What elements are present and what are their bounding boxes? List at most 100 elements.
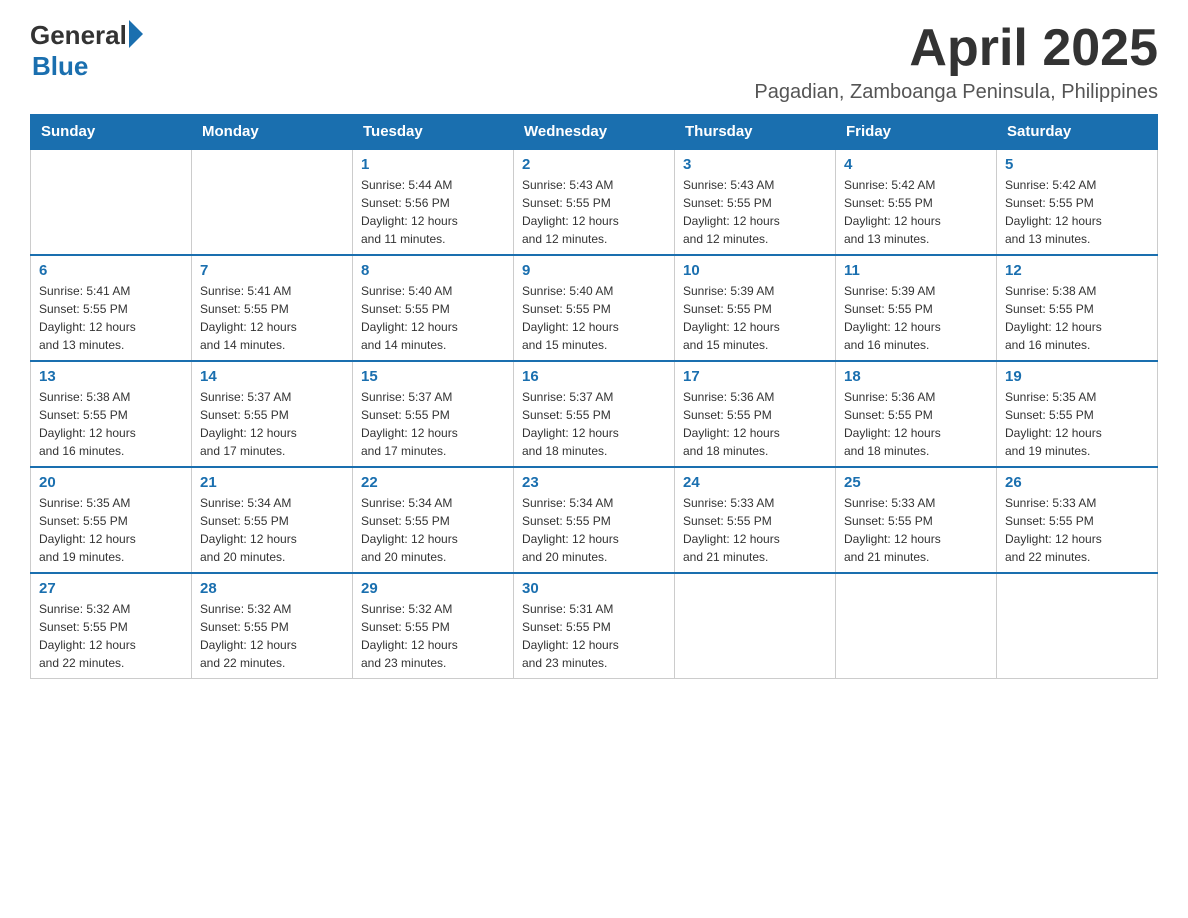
day-number: 4 <box>844 156 988 173</box>
day-number: 5 <box>1005 156 1149 173</box>
day-number: 26 <box>1005 474 1149 491</box>
day-number: 15 <box>361 368 505 385</box>
calendar-cell: 12 Sunrise: 5:38 AM Sunset: 5:55 PM Dayli… <box>997 255 1158 361</box>
day-info: Sunrise: 5:38 AM Sunset: 5:55 PM Dayligh… <box>1005 282 1149 354</box>
calendar-cell: 9Sunrise: 5:40 AM Sunset: 5:55 PM Daylig… <box>514 255 675 361</box>
day-number: 27 <box>39 580 183 597</box>
day-number: 14 <box>200 368 344 385</box>
day-number: 24 <box>683 474 827 491</box>
calendar-cell: 10 Sunrise: 5:39 AM Sunset: 5:55 PM Dayli… <box>675 255 836 361</box>
day-info: Sunrise: 5:36 AM Sunset: 5:55 PM Dayligh… <box>844 388 988 460</box>
day-number: 25 <box>844 474 988 491</box>
calendar-cell: 20Sunrise: 5:35 AM Sunset: 5:55 PM Dayli… <box>31 467 192 573</box>
day-of-week-header: Saturday <box>997 115 1158 150</box>
calendar-cell: 3 Sunrise: 5:43 AM Sunset: 5:55 PM Daylig… <box>675 149 836 255</box>
day-info: Sunrise: 5:38 AM Sunset: 5:55 PM Dayligh… <box>39 388 183 460</box>
day-number: 2 <box>522 156 666 173</box>
logo-general-text: General <box>30 20 127 51</box>
calendar-cell: 8 Sunrise: 5:40 AM Sunset: 5:55 PM Daylig… <box>353 255 514 361</box>
calendar-cell: 4 Sunrise: 5:42 AM Sunset: 5:55 PM Daylig… <box>836 149 997 255</box>
calendar-cell <box>836 573 997 679</box>
day-of-week-header: Monday <box>192 115 353 150</box>
week-row: 1 Sunrise: 5:44 AM Sunset: 5:56 PM Daylig… <box>31 149 1158 255</box>
day-number: 10 <box>683 262 827 279</box>
week-row: 13 Sunrise: 5:38 AM Sunset: 5:55 PM Dayli… <box>31 361 1158 467</box>
calendar-cell: 28Sunrise: 5:32 AM Sunset: 5:55 PM Dayli… <box>192 573 353 679</box>
day-number: 12 <box>1005 262 1149 279</box>
calendar-cell: 17Sunrise: 5:36 AM Sunset: 5:55 PM Dayli… <box>675 361 836 467</box>
calendar-cell <box>997 573 1158 679</box>
day-info: Sunrise: 5:33 AM Sunset: 5:55 PM Dayligh… <box>683 494 827 566</box>
calendar-cell: 26 Sunrise: 5:33 AM Sunset: 5:55 PM Dayli… <box>997 467 1158 573</box>
calendar-cell: 14Sunrise: 5:37 AM Sunset: 5:55 PM Dayli… <box>192 361 353 467</box>
calendar-cell: 6 Sunrise: 5:41 AM Sunset: 5:55 PM Daylig… <box>31 255 192 361</box>
week-row: 6 Sunrise: 5:41 AM Sunset: 5:55 PM Daylig… <box>31 255 1158 361</box>
day-number: 29 <box>361 580 505 597</box>
day-number: 30 <box>522 580 666 597</box>
page-header: General Blue April 2025 Pagadian, Zamboa… <box>30 20 1158 104</box>
calendar-cell <box>675 573 836 679</box>
day-number: 8 <box>361 262 505 279</box>
day-of-week-header: Sunday <box>31 115 192 150</box>
day-info: Sunrise: 5:41 AM Sunset: 5:55 PM Dayligh… <box>200 282 344 354</box>
day-number: 7 <box>200 262 344 279</box>
day-info: Sunrise: 5:34 AM Sunset: 5:55 PM Dayligh… <box>200 494 344 566</box>
calendar-cell: 11 Sunrise: 5:39 AM Sunset: 5:55 PM Dayli… <box>836 255 997 361</box>
day-number: 28 <box>200 580 344 597</box>
day-number: 22 <box>361 474 505 491</box>
calendar-cell: 7 Sunrise: 5:41 AM Sunset: 5:55 PM Daylig… <box>192 255 353 361</box>
week-row: 20Sunrise: 5:35 AM Sunset: 5:55 PM Dayli… <box>31 467 1158 573</box>
day-number: 3 <box>683 156 827 173</box>
day-info: Sunrise: 5:32 AM Sunset: 5:55 PM Dayligh… <box>361 600 505 672</box>
days-of-week-row: SundayMondayTuesdayWednesdayThursdayFrid… <box>31 115 1158 150</box>
calendar-cell: 27 Sunrise: 5:32 AM Sunset: 5:55 PM Dayli… <box>31 573 192 679</box>
day-info: Sunrise: 5:42 AM Sunset: 5:55 PM Dayligh… <box>844 176 988 248</box>
calendar-cell: 21 Sunrise: 5:34 AM Sunset: 5:55 PM Dayli… <box>192 467 353 573</box>
day-info: Sunrise: 5:31 AM Sunset: 5:55 PM Dayligh… <box>522 600 666 672</box>
day-number: 6 <box>39 262 183 279</box>
week-row: 27 Sunrise: 5:32 AM Sunset: 5:55 PM Dayli… <box>31 573 1158 679</box>
day-info: Sunrise: 5:37 AM Sunset: 5:55 PM Dayligh… <box>361 388 505 460</box>
day-number: 13 <box>39 368 183 385</box>
calendar-cell: 25Sunrise: 5:33 AM Sunset: 5:55 PM Dayli… <box>836 467 997 573</box>
day-of-week-header: Friday <box>836 115 997 150</box>
calendar-cell: 24 Sunrise: 5:33 AM Sunset: 5:55 PM Dayli… <box>675 467 836 573</box>
calendar-cell: 5Sunrise: 5:42 AM Sunset: 5:55 PM Daylig… <box>997 149 1158 255</box>
day-info: Sunrise: 5:43 AM Sunset: 5:55 PM Dayligh… <box>683 176 827 248</box>
day-info: Sunrise: 5:37 AM Sunset: 5:55 PM Dayligh… <box>522 388 666 460</box>
logo-blue-text: Blue <box>32 51 143 82</box>
day-info: Sunrise: 5:39 AM Sunset: 5:55 PM Dayligh… <box>683 282 827 354</box>
day-info: Sunrise: 5:34 AM Sunset: 5:55 PM Dayligh… <box>361 494 505 566</box>
day-number: 1 <box>361 156 505 173</box>
calendar-cell: 16 Sunrise: 5:37 AM Sunset: 5:55 PM Dayli… <box>514 361 675 467</box>
day-number: 11 <box>844 262 988 279</box>
calendar-cell: 18Sunrise: 5:36 AM Sunset: 5:55 PM Dayli… <box>836 361 997 467</box>
day-of-week-header: Thursday <box>675 115 836 150</box>
month-year-title: April 2025 <box>754 20 1158 77</box>
day-of-week-header: Tuesday <box>353 115 514 150</box>
day-info: Sunrise: 5:34 AM Sunset: 5:55 PM Dayligh… <box>522 494 666 566</box>
calendar-cell: 30 Sunrise: 5:31 AM Sunset: 5:55 PM Dayli… <box>514 573 675 679</box>
day-info: Sunrise: 5:32 AM Sunset: 5:55 PM Dayligh… <box>39 600 183 672</box>
day-number: 19 <box>1005 368 1149 385</box>
location-subtitle: Pagadian, Zamboanga Peninsula, Philippin… <box>754 81 1158 104</box>
day-info: Sunrise: 5:39 AM Sunset: 5:55 PM Dayligh… <box>844 282 988 354</box>
day-info: Sunrise: 5:43 AM Sunset: 5:55 PM Dayligh… <box>522 176 666 248</box>
calendar-cell <box>192 149 353 255</box>
day-info: Sunrise: 5:44 AM Sunset: 5:56 PM Dayligh… <box>361 176 505 248</box>
title-section: April 2025 Pagadian, Zamboanga Peninsula… <box>754 20 1158 104</box>
day-number: 20 <box>39 474 183 491</box>
calendar-cell: 1 Sunrise: 5:44 AM Sunset: 5:56 PM Daylig… <box>353 149 514 255</box>
day-info: Sunrise: 5:40 AM Sunset: 5:55 PM Dayligh… <box>361 282 505 354</box>
day-number: 16 <box>522 368 666 385</box>
calendar-cell <box>31 149 192 255</box>
calendar-cell: 19Sunrise: 5:35 AM Sunset: 5:55 PM Dayli… <box>997 361 1158 467</box>
calendar-header: SundayMondayTuesdayWednesdayThursdayFrid… <box>31 115 1158 150</box>
calendar-cell: 22 Sunrise: 5:34 AM Sunset: 5:55 PM Dayli… <box>353 467 514 573</box>
day-info: Sunrise: 5:33 AM Sunset: 5:55 PM Dayligh… <box>1005 494 1149 566</box>
logo: General Blue <box>30 20 143 82</box>
day-number: 21 <box>200 474 344 491</box>
day-number: 23 <box>522 474 666 491</box>
calendar-cell: 29 Sunrise: 5:32 AM Sunset: 5:55 PM Dayli… <box>353 573 514 679</box>
day-info: Sunrise: 5:41 AM Sunset: 5:55 PM Dayligh… <box>39 282 183 354</box>
